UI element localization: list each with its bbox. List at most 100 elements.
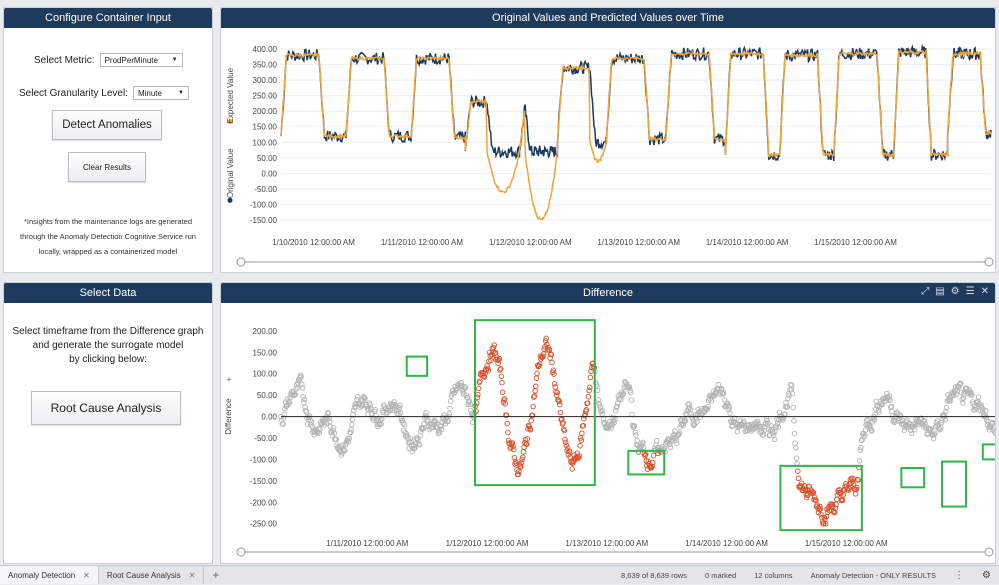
granularity-label: Select Granularity Level:	[19, 87, 128, 99]
expand-icon[interactable]: ⤢	[921, 286, 929, 297]
y-tick-label: 350.00	[253, 61, 278, 70]
x-tick-label: 1/14/2010 12:00:00 AM	[706, 238, 789, 247]
anomaly-point	[505, 429, 511, 436]
metric-row: Select Metric: ProdPerMinute ▼	[34, 53, 183, 67]
anomaly-highlight-box	[900, 467, 926, 489]
data-point	[653, 438, 660, 444]
anomaly-highlight-box	[981, 443, 995, 461]
anomaly-point	[528, 417, 534, 424]
x-tick-label: 1/10/2010 12:00:00 AM	[272, 238, 355, 247]
status-marked: 0 marked	[704, 571, 737, 580]
data-point	[791, 418, 797, 424]
page-tabs-bar: Anomaly Detection ✕ Root Cause Analysis …	[0, 565, 999, 584]
y-tick-label: 200.00	[253, 327, 278, 336]
status-rows: 8,639 of 8,639 rows	[621, 571, 687, 580]
y-tick-label: -100.00	[250, 455, 278, 464]
range-slider-handle-left[interactable]	[236, 257, 246, 267]
add-tab-button[interactable]: +	[204, 566, 227, 584]
tab-label: Root Cause Analysis	[106, 570, 181, 580]
anomaly-point	[650, 452, 657, 459]
diff-chart-title: Difference ⤢ ▤ ⚙ ☰ ✕	[221, 283, 995, 303]
list-icon[interactable]: ☰	[966, 286, 975, 297]
diff-chart-panel: Difference ⤢ ▤ ⚙ ☰ ✕ 200.00 150.00 100.00 5…	[220, 282, 996, 564]
x-tick-label: 1/13/2010 12:00:00 AM	[565, 539, 648, 548]
close-icon[interactable]: ✕	[189, 571, 196, 580]
y-tick-label: -50.00	[254, 434, 277, 443]
original-value-legend: Original Value	[226, 148, 235, 203]
root-cause-analysis-button[interactable]: Root Cause Analysis	[31, 391, 181, 425]
anomaly-point	[532, 388, 538, 394]
close-icon[interactable]: ✕	[981, 286, 989, 297]
status-bar: 8,639 of 8,639 rows 0 marked 12 columns …	[621, 566, 999, 585]
chevron-down-icon: ▼	[178, 90, 184, 96]
range-slider-handle-right[interactable]	[984, 257, 994, 267]
range-slider-handle-left[interactable]	[236, 547, 246, 557]
anomaly-point	[499, 389, 506, 396]
anomaly-highlight-box	[405, 355, 429, 377]
diff-chart-title-text: Difference	[583, 287, 633, 299]
instruction-line: and generate the surrogate model	[32, 340, 184, 351]
y-tick-label: 0.00	[261, 413, 277, 422]
data-point	[792, 440, 798, 446]
x-tick-label: 1/15/2010 12:00:00 AM	[805, 539, 888, 548]
x-tick-label: 1/11/2010 12:00:00 AM	[381, 238, 463, 247]
metric-label: Select Metric:	[34, 54, 95, 66]
anomaly-point	[557, 401, 563, 408]
legend-original-label: Original Value	[226, 148, 235, 198]
select-data-panel: Select Data Select timeframe from the Di…	[3, 282, 213, 564]
y-tick-label: -200.00	[250, 498, 278, 507]
data-point	[856, 457, 863, 464]
data-point	[790, 404, 796, 411]
gear-icon[interactable]: ⚙	[951, 286, 960, 297]
data-point	[674, 440, 680, 446]
data-point	[294, 385, 301, 391]
detect-anomalies-button[interactable]: Detect Anomalies	[52, 110, 162, 140]
chevron-down-icon: ▼	[171, 57, 178, 63]
x-tick-label: 1/14/2010 12:00:00 AM	[685, 539, 768, 548]
close-icon[interactable]: ✕	[83, 571, 90, 580]
data-point	[793, 455, 800, 461]
y-tick-label: -100.00	[250, 200, 278, 209]
y-tick-label: -150.00	[250, 477, 278, 486]
status-columns: 12 columns	[754, 571, 793, 580]
instruction-line: Select timeframe from the Difference gra…	[12, 326, 204, 337]
anomaly-point	[475, 385, 482, 392]
anomaly-point	[475, 391, 481, 398]
anomaly-point	[530, 403, 536, 410]
tab-root-cause-analysis[interactable]: Root Cause Analysis ✕	[99, 566, 205, 584]
note-line: locally, wrapped as a containerized mode…	[38, 247, 178, 256]
clear-results-button[interactable]: Clear Results	[68, 152, 146, 182]
document-icon[interactable]: ▤	[935, 286, 944, 297]
range-slider-handle-right[interactable]	[984, 547, 994, 557]
gear-icon[interactable]: ⚙	[982, 570, 991, 581]
anomaly-point	[569, 466, 575, 472]
tab-anomaly-detection[interactable]: Anomaly Detection ✕	[0, 566, 99, 584]
insights-note: *Insights from the maintenance logs are …	[8, 214, 208, 259]
more-icon[interactable]: ⋮	[954, 570, 964, 581]
top-chart-panel: Original Values and Predicted Values ove…	[220, 7, 996, 273]
anomaly-point	[504, 420, 510, 427]
data-point	[447, 398, 454, 404]
original-predicted-chart[interactable]: 400.00 350.00 300.00 250.00 200.00 150.00 100.…	[221, 28, 995, 272]
anomaly-point	[587, 374, 594, 381]
data-point	[612, 407, 619, 414]
config-panel-title: Configure Container Input	[4, 8, 212, 28]
diff-chart-toolbar: ⤢ ▤ ⚙ ☰ ✕	[921, 286, 989, 297]
note-line: *Insights from the maintenance logs are …	[23, 217, 193, 226]
granularity-select[interactable]: Minute ▼	[132, 86, 189, 100]
anomaly-point	[520, 448, 527, 455]
data-point	[667, 444, 674, 450]
anomaly-point	[549, 359, 555, 366]
anomaly-point	[852, 491, 859, 497]
y-axis-label: Difference	[224, 398, 233, 435]
data-point	[447, 405, 453, 412]
anomaly-point	[499, 379, 505, 386]
metric-select[interactable]: ProdPerMinute ▼	[99, 53, 183, 67]
data-point	[734, 428, 741, 435]
data-point	[908, 430, 915, 437]
expected-value-legend: Expected Value	[226, 67, 235, 125]
y-tick-label: 150.00	[253, 348, 278, 357]
difference-chart[interactable]: 200.00 150.00 100.00 50.00 0.00 -50.00 -100.00…	[221, 303, 995, 563]
anomaly-point	[557, 409, 564, 416]
y-tick-label: -50.00	[254, 185, 277, 194]
